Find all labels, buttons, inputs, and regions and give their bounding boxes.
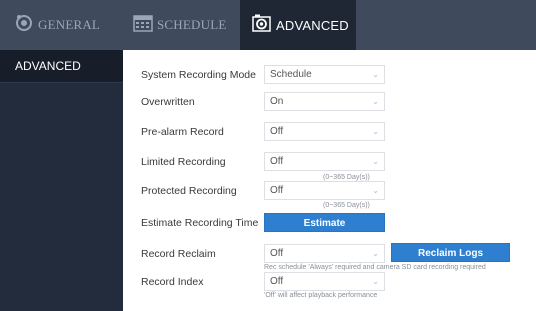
chevron-down-icon: ⌄	[372, 249, 379, 258]
limited-recording-label: Limited Recording	[141, 156, 226, 168]
overwritten-value: On	[270, 96, 284, 107]
tab-schedule[interactable]: SCHEDULE	[122, 0, 240, 50]
system-recording-mode-label: System Recording Mode	[141, 69, 256, 81]
limited-recording-value: Off	[270, 156, 284, 167]
estimate-recording-time-label: Estimate Recording Time	[141, 217, 259, 229]
reclaim-logs-button[interactable]: Reclaim Logs	[391, 243, 510, 262]
pre-alarm-record-value: Off	[270, 126, 284, 137]
tab-advanced[interactable]: ADVANCED	[240, 0, 356, 50]
tab-schedule-label: SCHEDULE	[157, 17, 227, 32]
record-reclaim-hint: Rec schedule 'Always' required and camer…	[264, 264, 486, 271]
system-recording-mode-select[interactable]: Schedule ⌄	[264, 65, 385, 84]
sidebar: ADVANCED	[0, 50, 123, 311]
overwritten-select[interactable]: On ⌄	[264, 92, 385, 111]
chevron-down-icon: ⌄	[372, 157, 379, 166]
estimate-button[interactable]: Estimate	[264, 213, 385, 232]
system-recording-mode-value: Schedule	[270, 69, 312, 80]
tab-general[interactable]: GENERAL	[0, 0, 122, 50]
tab-advanced-label: ADVANCED	[276, 17, 349, 33]
record-index-label: Record Index	[141, 276, 204, 288]
protected-recording-value: Off	[270, 185, 284, 196]
protected-recording-hint: (0~365 Day(s))	[323, 202, 370, 209]
pre-alarm-record-select[interactable]: Off ⌄	[264, 122, 385, 141]
chevron-down-icon: ⌄	[372, 127, 379, 136]
protected-recording-label: Protected Recording	[141, 185, 237, 197]
chevron-down-icon: ⌄	[372, 277, 379, 286]
record-reclaim-label: Record Reclaim	[141, 248, 216, 260]
general-settings-icon	[14, 14, 34, 37]
sidebar-divider	[0, 82, 123, 83]
pre-alarm-record-label: Pre-alarm Record	[141, 126, 224, 138]
overwritten-label: Overwritten	[141, 96, 195, 108]
chevron-down-icon: ⌄	[372, 70, 379, 79]
sidebar-item-advanced[interactable]: ADVANCED	[0, 50, 123, 82]
advanced-settings-icon	[252, 14, 272, 37]
top-tab-bar: GENERAL SCHEDULE ADVANCED	[0, 0, 536, 50]
record-reclaim-select[interactable]: Off ⌄	[264, 244, 385, 263]
chevron-down-icon: ⌄	[372, 97, 379, 106]
calendar-icon	[133, 14, 153, 37]
record-reclaim-value: Off	[270, 248, 284, 259]
record-index-value: Off	[270, 276, 284, 287]
protected-recording-select[interactable]: Off ⌄	[264, 181, 385, 200]
tab-general-label: GENERAL	[38, 17, 101, 32]
limited-recording-hint: (0~365 Day(s))	[323, 174, 370, 181]
advanced-settings-panel: System Recording Mode Schedule ⌄ Overwri…	[123, 50, 536, 311]
record-index-select[interactable]: Off ⌄	[264, 272, 385, 291]
chevron-down-icon: ⌄	[372, 186, 379, 195]
limited-recording-select[interactable]: Off ⌄	[264, 152, 385, 171]
record-index-hint: 'Off' will affect playback performance	[264, 292, 378, 299]
